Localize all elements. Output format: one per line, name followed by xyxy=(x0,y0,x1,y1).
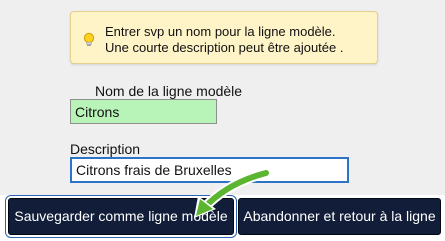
template-name-input[interactable] xyxy=(70,99,217,124)
info-message-line-1: Entrer svp un nom pour la ligne modèle. xyxy=(105,24,336,39)
form-panel: Entrer svp un nom pour la ligne modèle. … xyxy=(0,0,445,195)
description-input[interactable] xyxy=(70,157,349,183)
description-label: Description xyxy=(70,141,141,157)
lightbulb-icon xyxy=(83,32,95,46)
abandon-and-return-button[interactable]: Abandonner et retour à la ligne xyxy=(238,198,441,235)
info-message: Entrer svp un nom pour la ligne modèle. … xyxy=(70,11,378,64)
template-name-label: Nom de la ligne modèle xyxy=(95,83,243,99)
info-message-line-2: Une courte description peut être ajoutée… xyxy=(105,40,344,55)
save-as-template-button[interactable]: Sauvegarder comme ligne modèle xyxy=(8,198,234,235)
